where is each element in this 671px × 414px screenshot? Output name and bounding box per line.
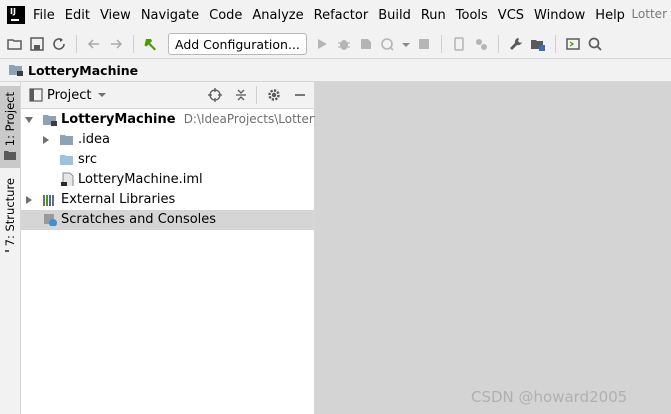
build-hammer-icon[interactable] — [143, 36, 159, 52]
folder-icon — [60, 135, 73, 145]
project-structure-icon[interactable] — [530, 36, 546, 52]
tree-item-label: .idea — [78, 132, 110, 147]
menu-vcs[interactable]: VCS — [498, 8, 524, 23]
toolbar-separator — [440, 35, 442, 53]
folder-open-icon[interactable] — [7, 36, 23, 52]
stop-icon[interactable] — [416, 36, 432, 52]
tree-row-idea[interactable]: .idea — [21, 130, 314, 150]
chevron-down-icon[interactable] — [97, 90, 107, 100]
vcs-update-icon[interactable] — [473, 36, 489, 52]
module-folder-icon — [43, 115, 57, 126]
main-toolbar: Add Configuration... — [0, 30, 671, 59]
menu-window[interactable]: Window — [534, 8, 585, 23]
gear-icon[interactable] — [266, 87, 282, 103]
toolbar-separator — [76, 35, 77, 53]
module-folder-icon — [8, 62, 24, 78]
intellij-logo-icon: IJ — [7, 6, 25, 24]
collapse-all-icon[interactable] — [233, 87, 249, 103]
profile-icon[interactable] — [380, 36, 396, 52]
search-icon[interactable] — [587, 36, 603, 52]
tree-item-label: src — [78, 152, 97, 167]
locate-crosshair-icon[interactable] — [207, 87, 223, 103]
tree-item-label: Scratches and Consoles — [61, 212, 217, 227]
menu-help[interactable]: Help — [595, 8, 625, 23]
watermark-text: CSDN @howard2005 — [471, 388, 628, 406]
tool-tab-project[interactable]: 1: Project — [0, 86, 20, 168]
scratches-icon — [44, 214, 57, 226]
folder-icon — [4, 151, 16, 161]
tree-row-src[interactable]: src — [21, 150, 314, 170]
menu-build[interactable]: Build — [378, 8, 411, 23]
add-configuration-button[interactable]: Add Configuration... — [168, 33, 307, 55]
toolbar-separator — [133, 35, 134, 53]
menu-file[interactable]: File — [33, 8, 55, 23]
tree-row-project-root[interactable]: LotteryMachine D:\IdeaProjects\LotteryMa — [21, 110, 339, 130]
save-icon[interactable] — [29, 36, 45, 52]
structure-icon — [5, 250, 9, 252]
toolbar-separator — [554, 35, 556, 53]
tool-tab-project-label: 1: Project — [3, 92, 17, 147]
tree-row-iml[interactable]: LotteryMachine.iml — [21, 170, 314, 190]
menu-code[interactable]: Code — [209, 8, 242, 23]
iml-file-icon — [61, 172, 74, 186]
coverage-icon[interactable] — [358, 36, 374, 52]
menu-navigate[interactable]: Navigate — [141, 8, 199, 23]
menu-analyze[interactable]: Analyze — [252, 8, 303, 23]
debug-icon[interactable] — [336, 36, 352, 52]
project-view-icon — [29, 88, 43, 102]
forward-icon[interactable] — [108, 36, 124, 52]
expand-arrow-icon[interactable] — [26, 196, 32, 204]
tree-item-label: LotteryMachine.iml — [78, 172, 203, 187]
project-panel-header: Project — [21, 82, 314, 109]
project-tree: LotteryMachine D:\IdeaProjects\LotteryMa… — [21, 109, 339, 230]
menu-refactor[interactable]: Refactor — [314, 8, 369, 23]
sync-icon[interactable] — [51, 36, 67, 52]
breadcrumb-project[interactable]: LotteryMachine — [28, 63, 138, 78]
editor-area[interactable] — [315, 82, 671, 414]
project-view-selector[interactable]: Project — [47, 88, 91, 103]
expand-arrow-icon[interactable] — [25, 117, 33, 123]
tool-tab-structure-label: 7: Structure — [3, 178, 17, 247]
dropdown-icon[interactable] — [401, 36, 410, 52]
tool-tab-structure[interactable]: 7: Structure — [0, 174, 20, 252]
folder-icon — [60, 155, 73, 165]
project-name: LotteryMachine — [61, 112, 176, 127]
tree-item-label: LotteryMachine D:\IdeaProjects\LotteryMa — [61, 112, 339, 127]
device-icon[interactable] — [451, 36, 467, 52]
header-separator — [256, 86, 257, 104]
logo-text: IJ — [10, 7, 16, 16]
toolbar-separator — [497, 35, 499, 53]
menu-run[interactable]: Run — [421, 8, 446, 23]
window-title: Lotter — [631, 7, 667, 21]
wrench-icon[interactable] — [508, 36, 524, 52]
tree-row-external-libraries[interactable]: External Libraries — [21, 190, 314, 210]
project-panel: Project LotteryMachine D:\IdeaProjects\L… — [21, 82, 339, 414]
back-icon[interactable] — [86, 36, 102, 52]
menu-view[interactable]: View — [100, 8, 131, 23]
tree-item-label: External Libraries — [61, 192, 176, 207]
minimize-icon[interactable] — [292, 87, 308, 103]
run-icon[interactable] — [314, 36, 330, 52]
navigation-bar: LotteryMachine — [0, 59, 671, 82]
menu-edit[interactable]: Edit — [65, 8, 90, 23]
menu-tools[interactable]: Tools — [456, 8, 488, 23]
tree-row-scratches[interactable]: Scratches and Consoles — [21, 210, 314, 230]
expand-arrow-icon[interactable] — [43, 136, 49, 144]
left-tool-strip: 1: Project 7: Structure — [0, 82, 21, 414]
libraries-icon — [43, 195, 54, 206]
menu-bar: IJ File Edit View Navigate Code Analyze … — [0, 0, 671, 30]
terminal-icon[interactable] — [565, 36, 581, 52]
